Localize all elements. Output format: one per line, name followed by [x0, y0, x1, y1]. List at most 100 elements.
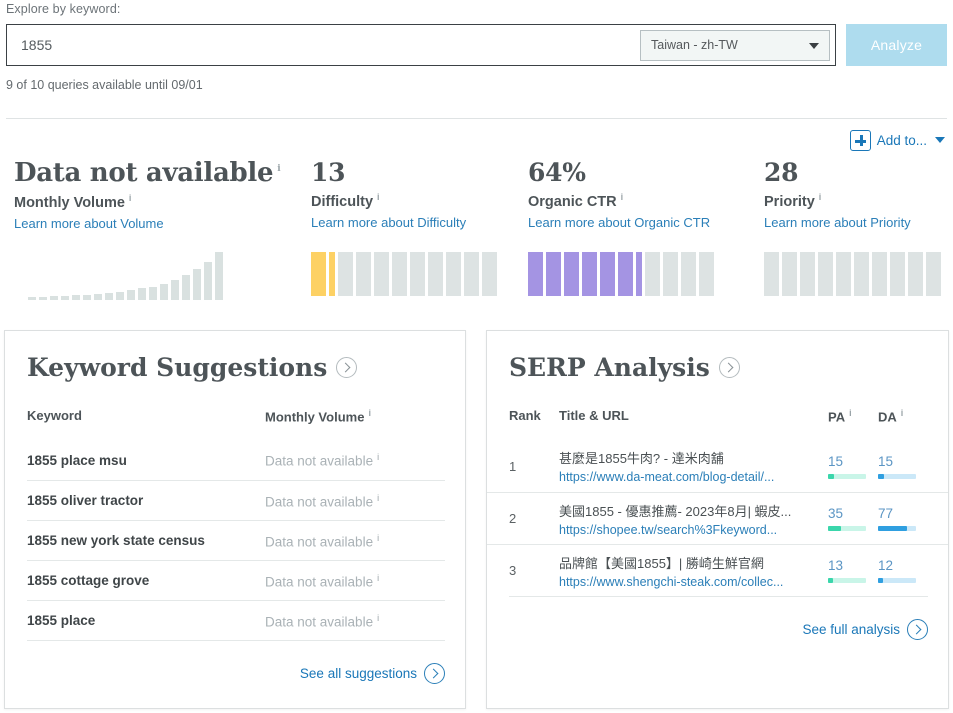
segment [800, 252, 815, 296]
score-bar [828, 473, 866, 479]
chevron-right-circle-icon[interactable] [718, 357, 740, 378]
serp-analysis-panel: SERP Analysis Rank Title & URL PA i DA i 1… [486, 330, 949, 709]
info-icon[interactable]: i [377, 192, 380, 202]
analyze-button[interactable]: Analyze [846, 24, 947, 66]
learn-more-link[interactable]: Learn more about Organic CTR [528, 215, 710, 230]
segment [926, 252, 941, 296]
metric-label: Organic CTR i [528, 192, 624, 210]
info-icon[interactable]: i [129, 193, 132, 203]
serp-result-title[interactable]: 甚麼是1855牛肉? - 達米肉舖 [559, 448, 818, 467]
explore-by-keyword-label: Explore by keyword: [6, 2, 121, 16]
serp-table-row[interactable]: 3 品牌館【美國1855】| 勝崎生鮮官網 https://www.shengchi… [487, 544, 948, 596]
locale-select[interactable]: Taiwan - zh-TW [640, 30, 830, 61]
info-icon[interactable]: i [277, 164, 280, 174]
serp-table: Rank Title & URL PA i DA i 1 甚麼是1855牛肉? - 達… [487, 408, 948, 641]
chevron-right-circle-icon [907, 619, 928, 641]
add-to-label: Add to... [876, 132, 927, 148]
serp-rank: 3 [509, 563, 517, 579]
segment [681, 252, 696, 296]
segment [528, 252, 543, 296]
segment [428, 252, 443, 296]
keyword-table-row[interactable]: 1855 new york state census Data not avail… [27, 520, 445, 560]
score-value: 15 [828, 453, 844, 469]
sparkline-bar [171, 280, 179, 300]
keyword-cell: 1855 place msu [27, 452, 127, 468]
info-icon[interactable]: i [368, 408, 371, 418]
score-bar-fill [828, 473, 834, 479]
info-icon[interactable]: i [849, 408, 852, 418]
sparkline-bar [182, 275, 190, 300]
segment [374, 252, 389, 296]
serp-da-score: 12 [878, 558, 928, 584]
column-header-da: DA i [878, 408, 904, 425]
segment [546, 252, 561, 296]
metric-difficulty: 13 Difficulty i Learn more about Difficul… [311, 158, 497, 296]
serp-table-row[interactable]: 1 甚麼是1855牛肉? - 達米肉舖 https://www.da-meat.co… [487, 440, 948, 492]
info-icon[interactable]: i [377, 613, 379, 623]
info-icon[interactable]: i [377, 573, 379, 583]
column-header-rank: Rank [509, 408, 541, 423]
score-value: 35 [828, 506, 844, 522]
info-icon[interactable]: i [621, 192, 624, 202]
segment [410, 252, 425, 296]
serp-result-url[interactable]: https://shopee.tw/search%3Fkeyword... [559, 523, 818, 537]
segment [600, 252, 615, 296]
serp-result-title[interactable]: 品牌館【美國1855】| 勝崎生鮮官網 [559, 553, 818, 572]
keyword-table-row[interactable]: 1855 place msu Data not available i [27, 440, 445, 480]
sparkline-bar [116, 292, 124, 300]
panel-title-text: SERP Analysis [509, 353, 710, 382]
segment-partial [636, 252, 642, 296]
serp-result-url[interactable]: https://www.shengchi-steak.com/collec... [559, 575, 818, 589]
metric-value: Data not available i [14, 158, 281, 188]
info-icon[interactable]: i [377, 452, 379, 462]
panel-title-text: Keyword Suggestions [27, 353, 328, 382]
info-icon[interactable]: i [901, 408, 904, 418]
metric-label: Monthly Volume i [14, 193, 132, 211]
serp-title-url: 美國1855 - 優惠推薦- 2023年8月| 蝦皮... https://sho… [559, 501, 828, 537]
serp-title-url: 甚麼是1855牛肉? - 達米肉舖 https://www.da-meat.com… [559, 448, 828, 484]
see-all-suggestions-link[interactable]: See all suggestions [299, 663, 445, 685]
keyword-table-row[interactable]: 1855 place Data not available i [27, 600, 445, 640]
metric-organic-ctr: 64% Organic CTR i Learn more about Organi… [528, 158, 714, 296]
serp-result-title[interactable]: 美國1855 - 優惠推薦- 2023年8月| 蝦皮... [559, 501, 818, 520]
learn-more-link[interactable]: Learn more about Difficulty [311, 215, 466, 230]
metrics-row: Data not available i Monthly Volume i Lear… [0, 158, 953, 318]
serp-result-url[interactable]: https://www.da-meat.com/blog-detail/... [559, 470, 818, 484]
keyword-table-row[interactable]: 1855 cottage grove Data not available i [27, 560, 445, 600]
keyword-table-footer: See all suggestions [27, 640, 445, 685]
see-all-suggestions-label: See all suggestions [299, 666, 417, 682]
sparkline-bar [50, 296, 58, 300]
column-header-monthly-volume: Monthly Volume i [265, 408, 371, 425]
serp-table-footer: See full analysis [509, 596, 928, 641]
serp-da-score: 77 [878, 506, 928, 532]
metric-label: Priority i [764, 192, 822, 210]
info-icon[interactable]: i [377, 533, 379, 543]
keyword-explorer-page: Explore by keyword: Taiwan - zh-TW Analy… [0, 0, 953, 713]
difficulty-segment-bar [311, 252, 497, 296]
add-to-button[interactable]: Add to... [849, 129, 945, 151]
sparkline-bar [193, 269, 201, 300]
segment [663, 252, 678, 296]
learn-more-link[interactable]: Learn more about Priority [764, 215, 911, 230]
keyword-input[interactable] [7, 25, 619, 65]
segment [464, 252, 479, 296]
keyword-table-row[interactable]: 1855 oliver tractor Data not available i [27, 480, 445, 520]
monthly-volume-cell: Data not available i [265, 492, 380, 510]
sparkline-bar [94, 294, 102, 300]
score-bar-fill [878, 578, 883, 584]
segment [764, 252, 779, 296]
chevron-right-circle-icon[interactable] [336, 357, 358, 378]
serp-pa-score: 15 [828, 454, 878, 479]
see-full-analysis-link[interactable]: See full analysis [802, 619, 928, 641]
serp-table-row[interactable]: 2 美國1855 - 優惠推薦- 2023年8月| 蝦皮... https://sh… [487, 492, 948, 544]
learn-more-link[interactable]: Learn more about Volume [14, 216, 280, 231]
chevron-right-circle-icon [424, 663, 445, 685]
score-value: 77 [878, 506, 894, 522]
segment [356, 252, 371, 296]
info-icon[interactable]: i [377, 493, 379, 503]
segment [482, 252, 497, 296]
keyword-cell: 1855 new york state census [27, 533, 205, 549]
info-icon[interactable]: i [819, 192, 822, 202]
chevron-down-icon [935, 137, 945, 143]
volume-sparkline [28, 252, 223, 300]
